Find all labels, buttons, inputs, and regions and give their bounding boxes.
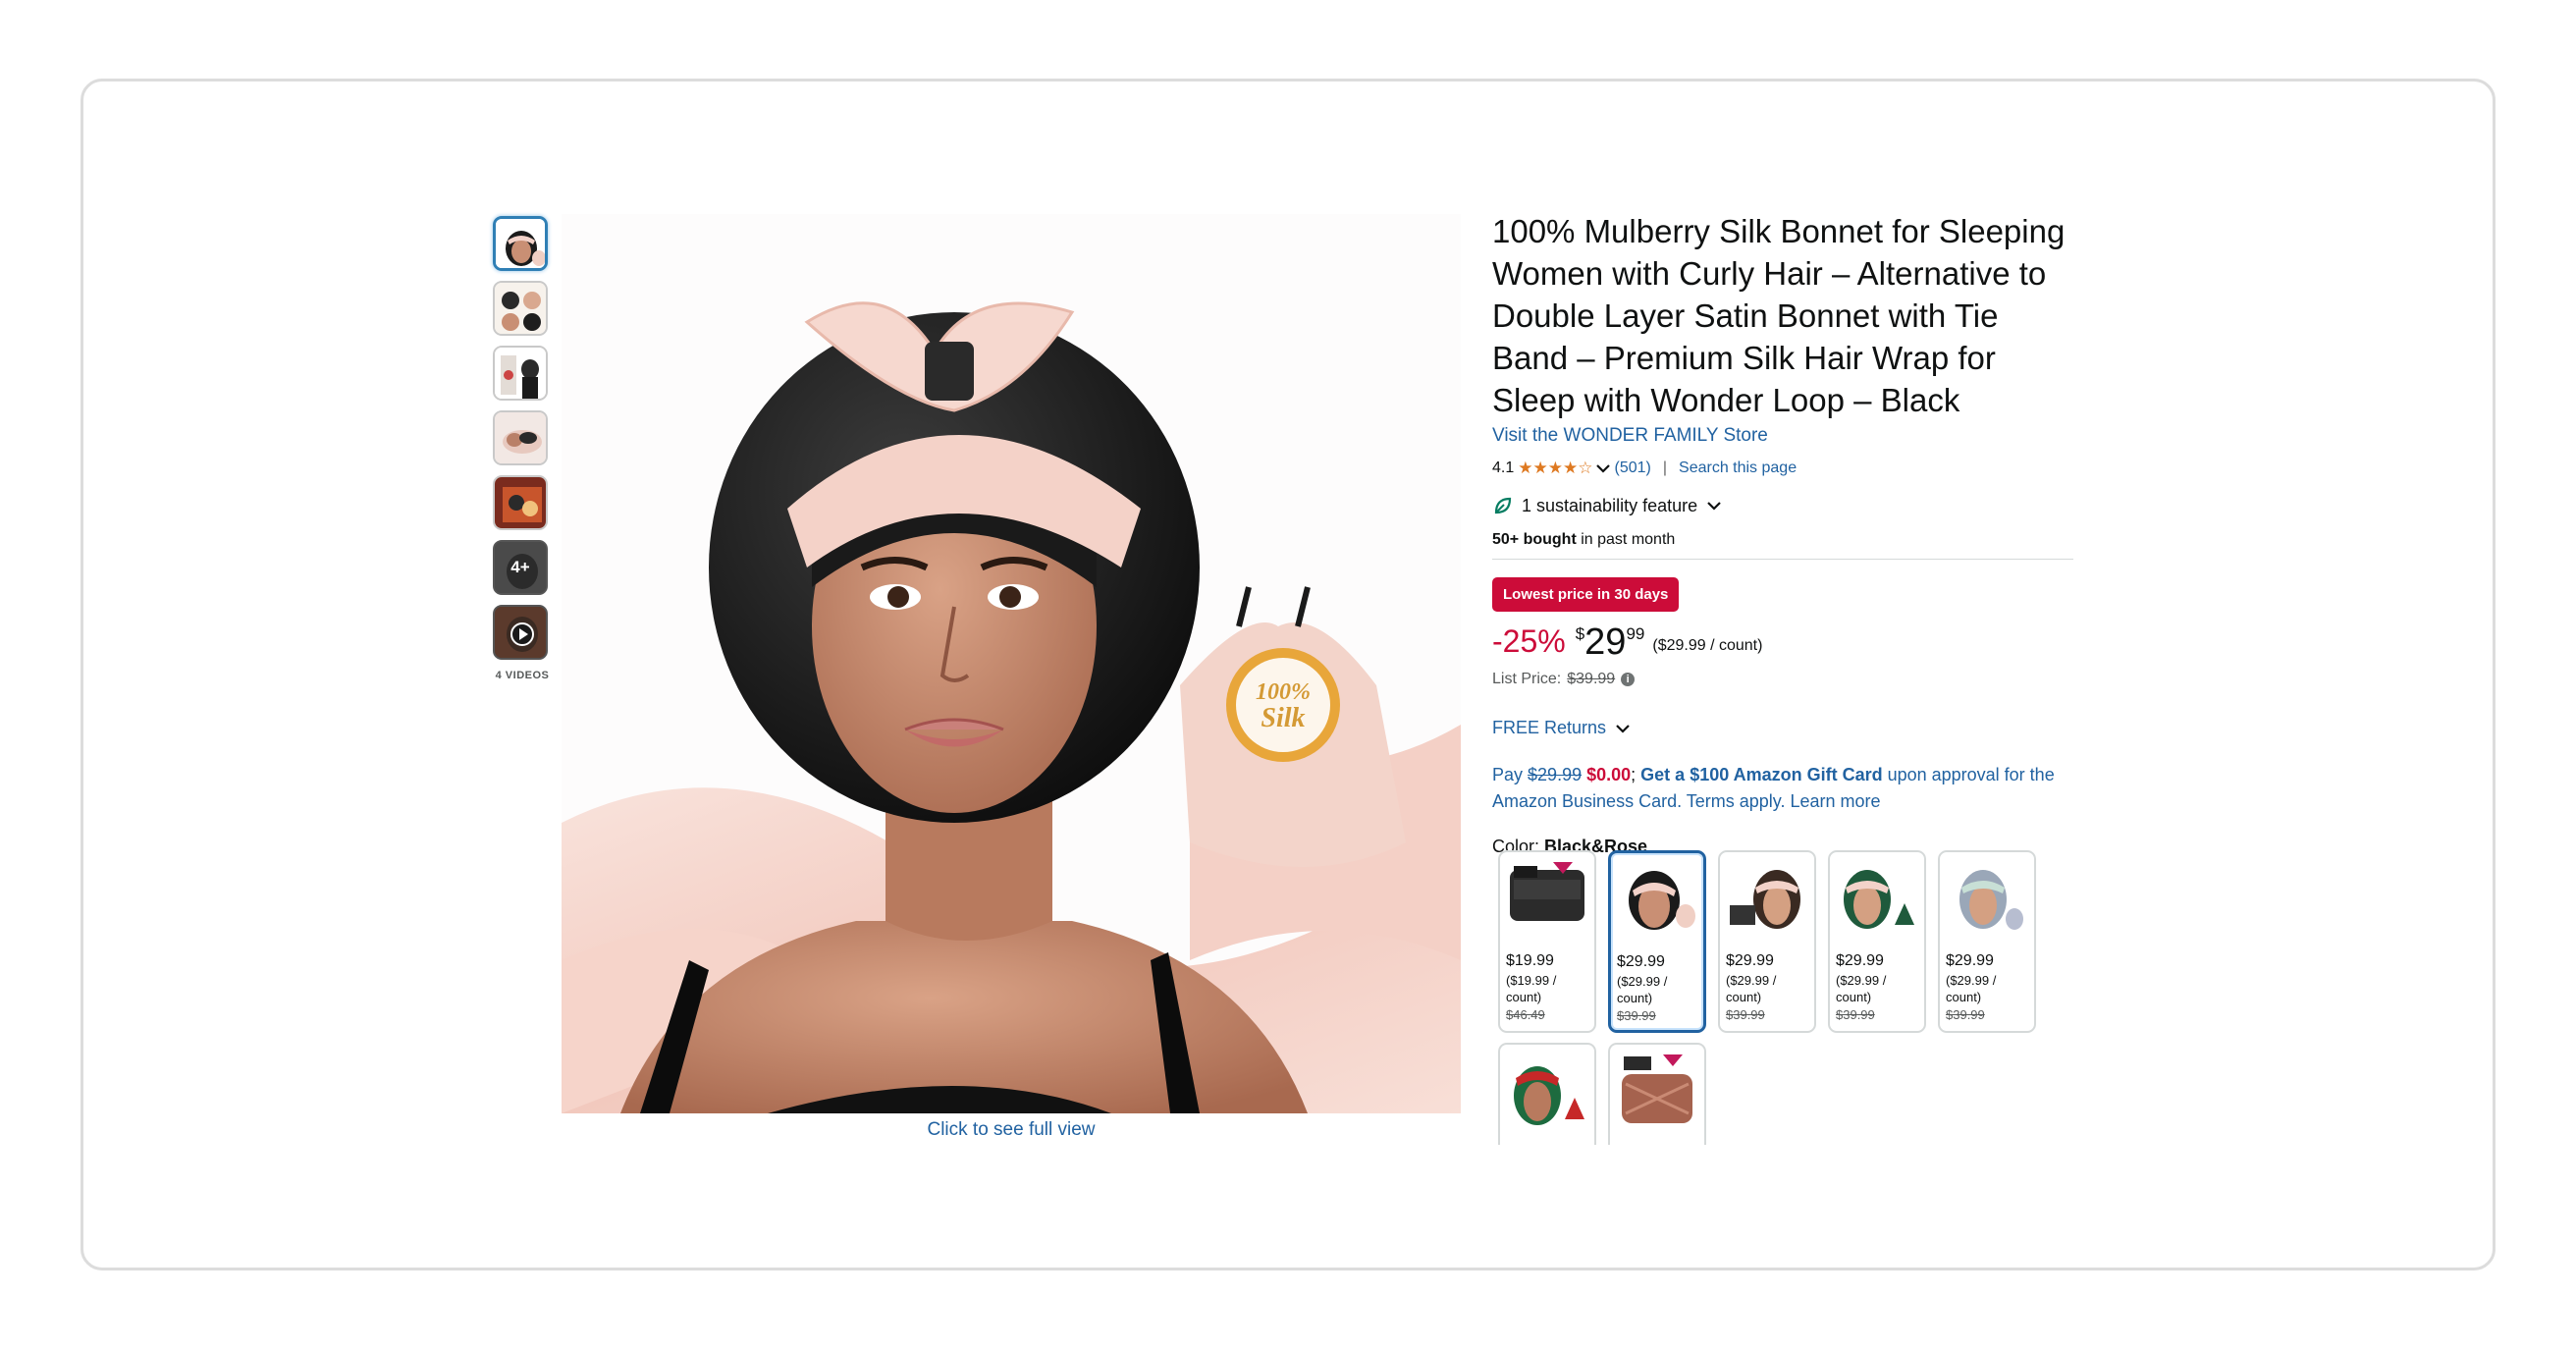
swatch-old-price: $39.99 [1836, 1007, 1875, 1022]
unit-price: ($29.99 / count) [1652, 637, 1763, 654]
currency-symbol: $ [1575, 624, 1585, 643]
swatch-option-3[interactable]: $29.99 ($29.99 / count) $39.99 [1718, 850, 1816, 1033]
separator: | [1662, 459, 1668, 476]
product-title: 100% Mulberry Silk Bonnet for Sleeping W… [1492, 213, 2066, 418]
swatch-old-price: $46.49 [1506, 1007, 1545, 1022]
thumbnail-more[interactable]: 4+ [493, 540, 548, 595]
thumbnail-3[interactable] [493, 346, 548, 401]
promo-offer-link[interactable]: Get a $100 Amazon Gift Card [1640, 765, 1882, 784]
free-returns-link[interactable]: FREE Returns [1492, 718, 2081, 738]
swatch-unit-price: ($19.99 / count) [1506, 973, 1557, 1004]
deal-badge: Lowest price in 30 days [1492, 577, 1680, 612]
returns-label: FREE Returns [1492, 718, 1607, 737]
swatch-price: $29.99 [1726, 952, 1774, 969]
chevron-down-icon [1616, 724, 1630, 733]
thumbnail-1[interactable] [493, 216, 548, 271]
swatch-image [1834, 856, 1920, 943]
list-price: List Price: $39.99 i [1492, 671, 2081, 688]
swatch-unit-price: ($29.99 / count) [1617, 974, 1668, 1005]
swatch-option-1[interactable]: $19.99 ($19.99 / count) $46.49 [1498, 850, 1596, 1033]
swatch-old-price: $39.99 [1946, 1007, 1985, 1022]
learn-more-link[interactable]: Learn more [1785, 791, 1880, 811]
price-row: -25% $ 29 99 ($29.99 / count) [1492, 621, 2081, 665]
bought-count: 50+ bought in past month [1492, 531, 2081, 549]
swatch-option-6[interactable] [1498, 1043, 1596, 1145]
thumbnail-4[interactable] [493, 410, 548, 465]
swatch-old-price: $39.99 [1617, 1008, 1656, 1023]
swatch-option-2[interactable]: $29.99 ($29.99 / count) $39.99 [1608, 850, 1706, 1033]
swatch-option-4[interactable]: $29.99 ($29.99 / count) $39.99 [1828, 850, 1926, 1033]
main-product-image[interactable]: 100% Silk [562, 214, 1461, 1113]
business-card-promo: Pay $29.99 $0.00; Get a $100 Amazon Gift… [1492, 762, 2081, 815]
swatch-old-price: $39.99 [1726, 1007, 1765, 1022]
leaf-icon [1494, 497, 1512, 514]
more-images-count: 4+ [510, 558, 530, 576]
rating-row: 4.1 ★ ★ ★ ★ ☆ (501) | Search this page [1492, 459, 2081, 478]
full-view-link[interactable]: Click to see full view [562, 1119, 1461, 1141]
swatch-unit-price: ($29.99 / count) [1726, 973, 1777, 1004]
price-whole: 29 [1584, 621, 1627, 663]
search-page-link[interactable]: Search this page [1679, 459, 1797, 477]
price-fraction: 99 [1626, 624, 1645, 643]
thumbnail-5[interactable] [493, 475, 548, 530]
badge-line-1: 100% [1256, 679, 1311, 705]
bought-rest: in past month [1576, 531, 1676, 548]
rating-value: 4.1 [1492, 459, 1515, 476]
list-price-value: $39.99 [1567, 671, 1616, 687]
star-icon: ★ [1518, 459, 1533, 477]
swatch-price: $29.99 [1617, 953, 1665, 970]
chevron-down-icon [1707, 502, 1721, 511]
thumbnail-video[interactable] [493, 605, 548, 660]
bought-bold: 50+ bought [1492, 531, 1577, 548]
videos-label: 4 VIDEOS [495, 670, 550, 681]
swatch-unit-price: ($29.99 / count) [1836, 973, 1887, 1004]
promo-semicolon: ; [1631, 765, 1641, 784]
swatch-image [1614, 1049, 1700, 1135]
star-rating-icon[interactable]: ★ ★ ★ ★ ☆ [1518, 459, 1593, 477]
color-swatches: $19.99 ($19.99 / count) $46.49 $29.99 ($… [1498, 850, 2048, 1145]
sustainability-label: 1 sustainability feature [1522, 495, 1698, 515]
star-icon: ★ [1547, 459, 1563, 477]
star-empty-icon: ☆ [1578, 459, 1593, 477]
star-icon: ★ [1563, 459, 1579, 477]
swatch-image [1944, 856, 2030, 943]
divider [1492, 559, 2073, 560]
swatch-image [1724, 856, 1810, 943]
badge-line-2: Silk [1261, 703, 1305, 733]
swatch-option-7[interactable] [1608, 1043, 1706, 1145]
swatch-image [1504, 1049, 1590, 1135]
rating-count-link[interactable]: (501) [1615, 459, 1651, 477]
store-link[interactable]: Visit the WONDER FAMILY Store [1492, 425, 2081, 447]
swatch-image [1615, 857, 1701, 944]
swatch-image [1504, 856, 1590, 943]
chevron-down-icon[interactable] [1595, 462, 1611, 474]
star-icon: ★ [1532, 459, 1548, 477]
thumbnail-2[interactable] [493, 281, 548, 336]
product-details: 100% Mulberry Silk Bonnet for Sleeping W… [1492, 210, 2081, 857]
discount-percent: -25% [1492, 623, 1566, 659]
promo-new-price: $0.00 [1586, 765, 1632, 784]
sustainability-feature[interactable]: 1 sustainability feature [1492, 494, 2081, 517]
promo-old-price: $29.99 [1528, 765, 1583, 784]
swatch-option-5[interactable]: $29.99 ($29.99 / count) $39.99 [1938, 850, 2036, 1033]
terms-link[interactable]: Terms apply. [1687, 791, 1786, 811]
swatch-price: $29.99 [1836, 952, 1884, 969]
swatch-price: $29.99 [1946, 952, 1994, 969]
list-price-label: List Price: [1492, 671, 1562, 687]
swatch-unit-price: ($29.99 / count) [1946, 973, 1997, 1004]
info-icon[interactable]: i [1621, 673, 1636, 686]
swatch-price: $19.99 [1506, 952, 1554, 969]
promo-pay: Pay [1492, 765, 1529, 784]
